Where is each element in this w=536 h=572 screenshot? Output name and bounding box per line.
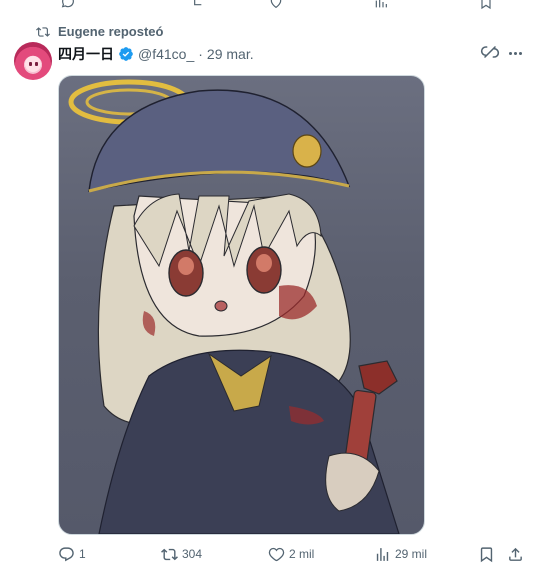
like-count: 2 mil: [289, 547, 315, 561]
prev-reply-button[interactable]: [60, 0, 76, 10]
views-icon: [375, 0, 387, 8]
reply-icon: [59, 546, 74, 561]
tweet-article[interactable]: Eugene reposteó 四月一日 @f41co_ · 29 mar. 1…: [0, 14, 536, 572]
grok-icon[interactable]: [480, 42, 500, 62]
repost-user-link[interactable]: Eugene reposteó: [58, 24, 163, 39]
display-name[interactable]: 四月一日: [58, 44, 114, 64]
bookmark-icon: [480, 546, 493, 562]
avatar-eye: [29, 62, 32, 66]
prev-bookmark-button[interactable]: [478, 0, 494, 10]
share-button[interactable]: [507, 544, 524, 564]
repost-button[interactable]: 304: [161, 544, 202, 564]
prev-repost-button[interactable]: [190, 0, 206, 10]
tweet-image[interactable]: [58, 75, 425, 535]
tweet-header: 四月一日 @f41co_ · 29 mar.: [58, 44, 254, 64]
more-options-icon[interactable]: [506, 44, 524, 62]
views-button[interactable]: 29 mil: [374, 544, 427, 564]
separator-dot: ·: [198, 46, 203, 62]
bookmark-icon: [481, 0, 491, 10]
avatar[interactable]: [14, 42, 52, 80]
repost-count: 304: [182, 547, 203, 561]
heart-icon: [268, 547, 285, 561]
views-icon: [376, 547, 389, 561]
like-button[interactable]: 2 mil: [268, 544, 314, 564]
verified-badge-icon[interactable]: [118, 46, 134, 62]
share-icon: [509, 547, 522, 561]
tweet-date[interactable]: 29 mar.: [207, 46, 254, 62]
illustration: [68, 79, 400, 534]
reply-button[interactable]: 1: [58, 544, 86, 564]
reply-count: 1: [79, 547, 86, 561]
repost-icon: [36, 26, 50, 37]
repost-icon: [161, 548, 178, 560]
repost-icon: [194, 0, 202, 6]
bookmark-button[interactable]: [478, 544, 495, 564]
heart-icon: [270, 0, 282, 9]
prev-views-button[interactable]: [373, 0, 389, 10]
repost-context: Eugene reposteó: [36, 24, 163, 39]
avatar-face: [25, 56, 41, 72]
previous-tweet-actions: [0, 0, 536, 15]
avatar-eye: [35, 62, 38, 66]
user-handle[interactable]: @f41co_: [138, 46, 194, 62]
tweet-actions: 1 304 2 mil 29 mil: [58, 544, 528, 566]
prev-like-button[interactable]: [268, 0, 284, 10]
reply-icon: [61, 0, 74, 8]
views-count: 29 mil: [395, 547, 428, 561]
